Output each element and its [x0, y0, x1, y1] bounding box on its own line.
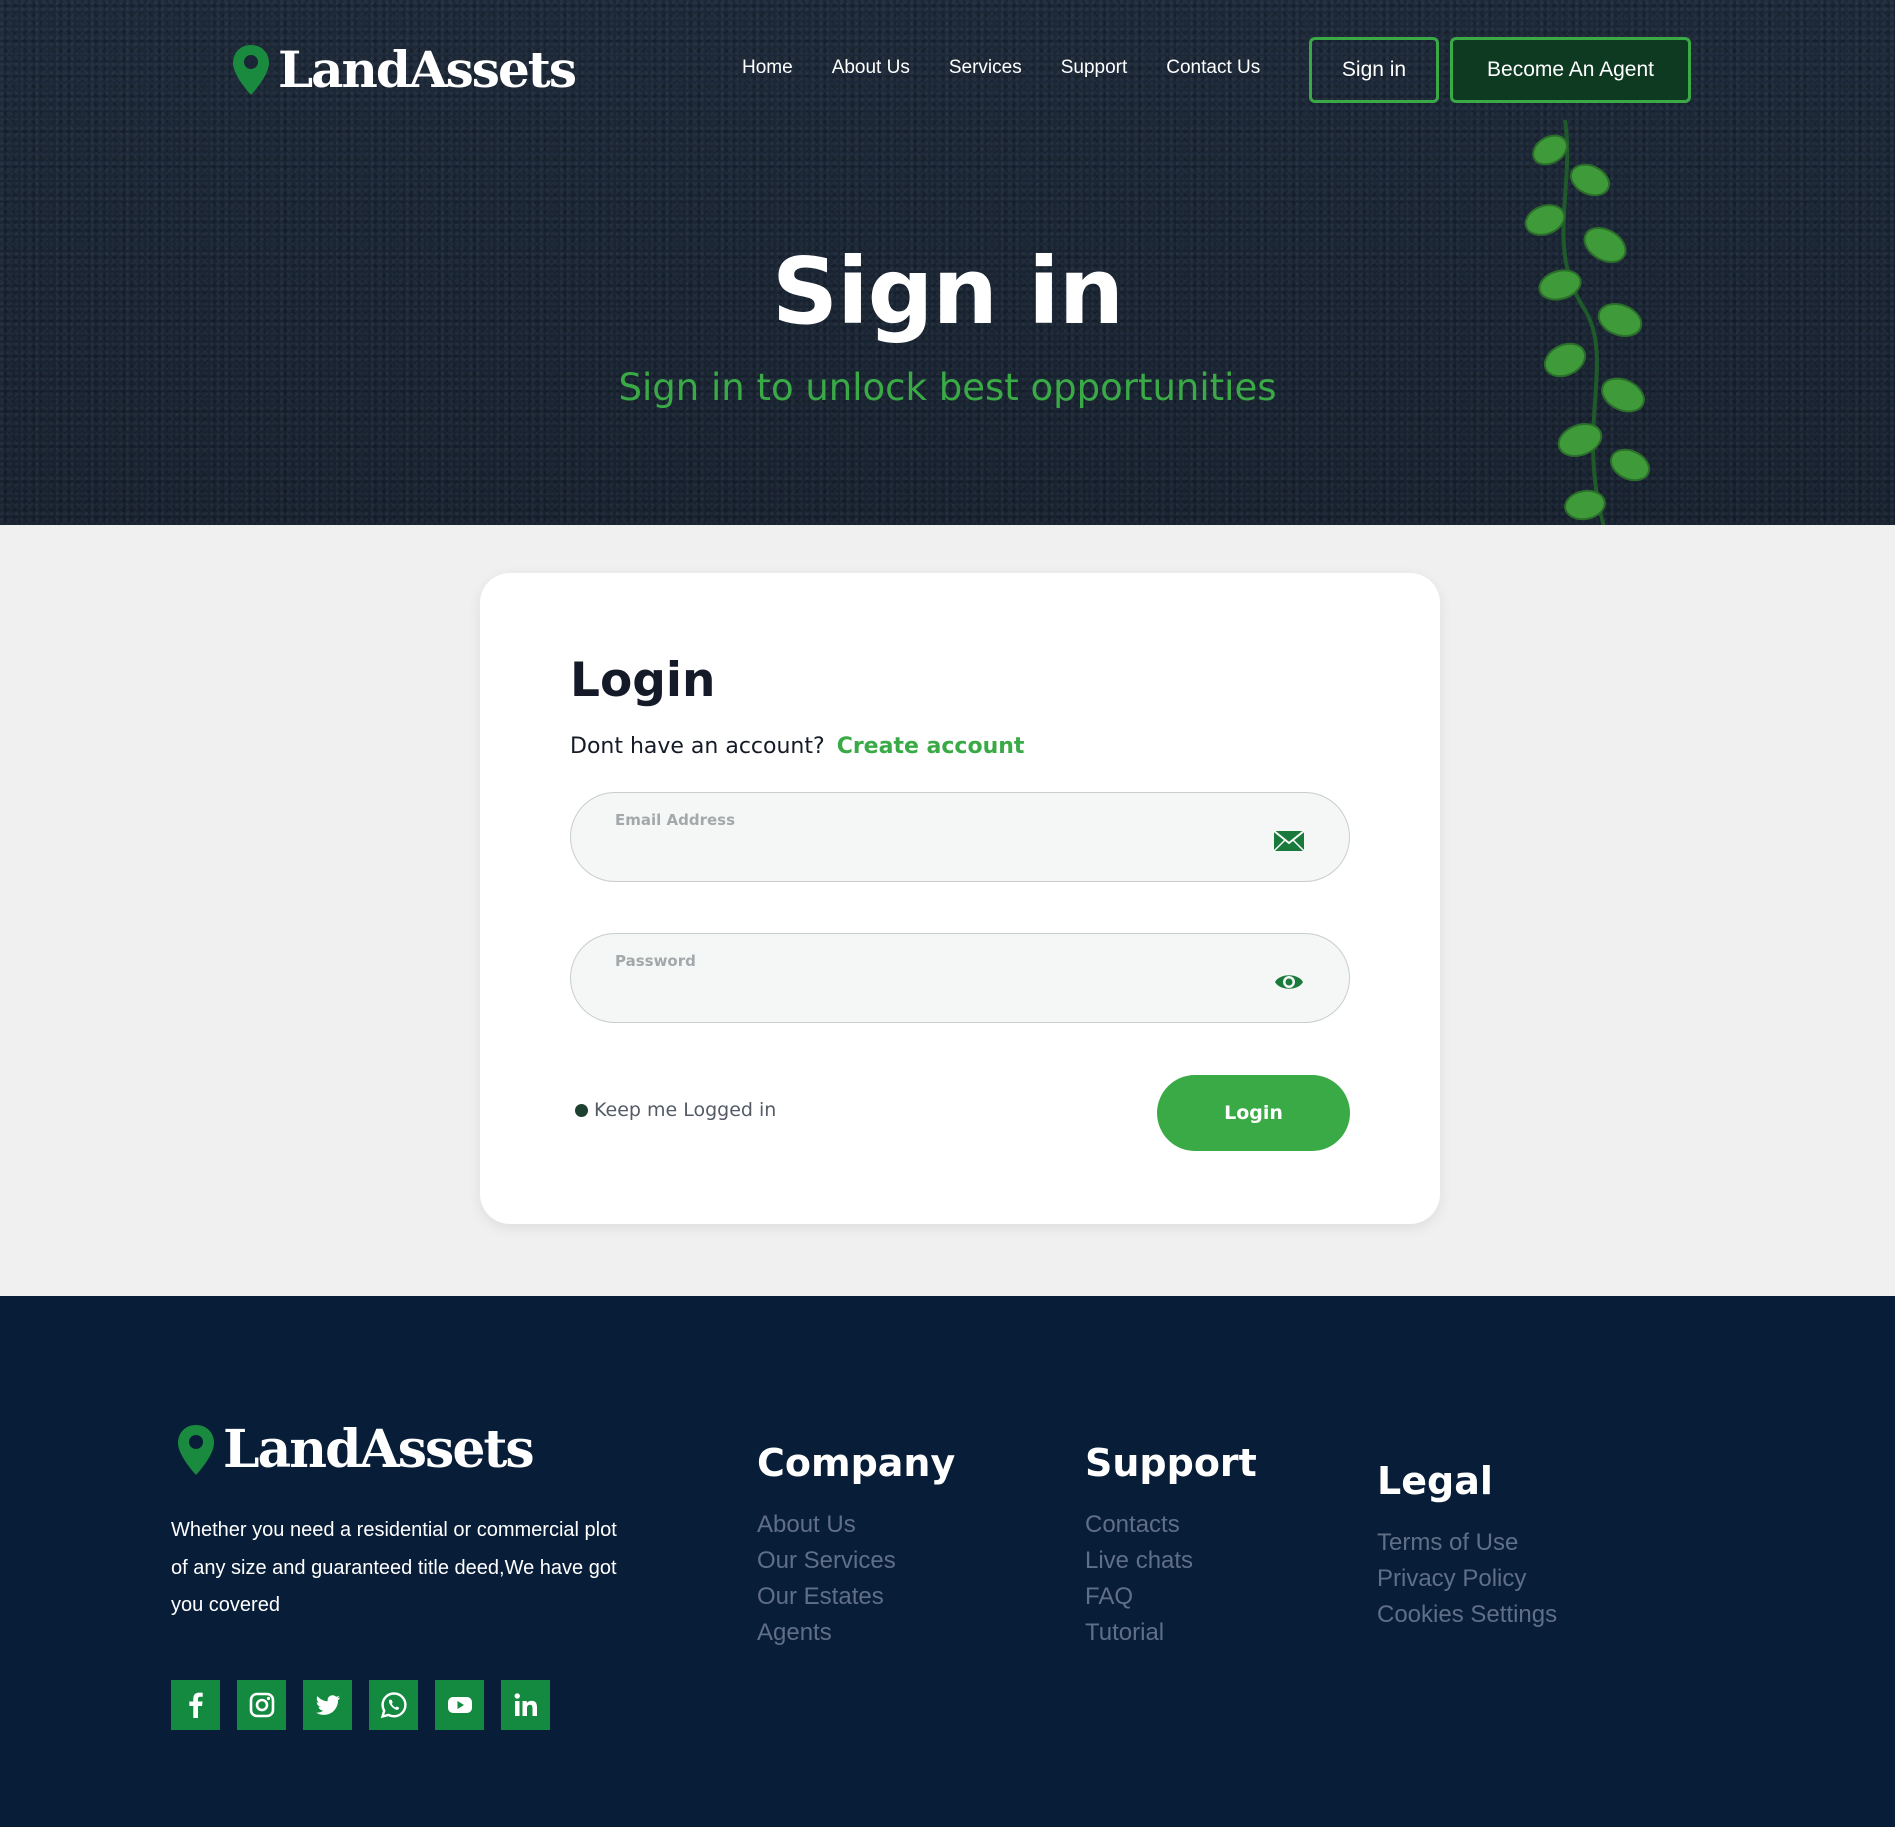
footer-heading-company: Company [757, 1441, 956, 1485]
login-button[interactable]: Login [1157, 1075, 1350, 1151]
footer-link-about-us[interactable]: About Us [757, 1507, 955, 1543]
login-title: Login [570, 653, 716, 708]
envelope-icon [1273, 830, 1305, 852]
account-prompt-text: Dont have an account? [570, 734, 825, 759]
footer-link-our-services[interactable]: Our Services [757, 1543, 955, 1579]
become-agent-button[interactable]: Become An Agent [1450, 37, 1691, 103]
keep-logged-in-toggle[interactable]: Keep me Logged in [575, 1099, 776, 1121]
footer-logo[interactable]: LandAssets [177, 1419, 535, 1480]
location-pin-icon [233, 45, 269, 95]
hero-banner: LandAssets Home About Us Services Suppor… [0, 0, 1895, 525]
footer-link-live-chats[interactable]: Live chats [1085, 1543, 1257, 1579]
eye-icon[interactable] [1273, 970, 1305, 994]
radio-dot-icon[interactable] [575, 1103, 588, 1117]
footer-description: Whether you need a residential or commer… [171, 1519, 617, 1616]
email-field[interactable]: Email Address [570, 792, 1350, 882]
nav-services[interactable]: Services [949, 57, 1022, 79]
footer-heading-support: Support [1085, 1441, 1257, 1485]
email-label: Email Address [615, 811, 736, 829]
whatsapp-icon[interactable] [369, 1680, 418, 1730]
facebook-icon[interactable] [171, 1680, 220, 1730]
footer-link-privacy[interactable]: Privacy Policy [1377, 1561, 1557, 1597]
logo-text: LandAssets [278, 40, 577, 99]
twitter-icon[interactable] [303, 1680, 352, 1730]
footer-heading-legal: Legal [1377, 1459, 1493, 1503]
create-account-link[interactable]: Create account [837, 734, 1025, 759]
footer-link-agents[interactable]: Agents [757, 1615, 955, 1651]
nav-support[interactable]: Support [1061, 57, 1128, 79]
password-label: Password [615, 952, 696, 970]
password-field[interactable]: Password [570, 933, 1350, 1023]
nav-about-us[interactable]: About Us [832, 57, 910, 79]
location-pin-icon [178, 1425, 214, 1475]
keep-logged-in-label: Keep me Logged in [594, 1099, 777, 1121]
footer-link-terms[interactable]: Terms of Use [1377, 1525, 1557, 1561]
footer-link-faq[interactable]: FAQ [1085, 1579, 1257, 1615]
nav-contact-us[interactable]: Contact Us [1166, 57, 1260, 79]
password-input[interactable] [615, 978, 1235, 1008]
main-nav: Home About Us Services Support Contact U… [742, 57, 1299, 79]
footer-column-support: Support Contacts Live chats FAQ Tutorial [1085, 1441, 1257, 1651]
footer-link-contacts[interactable]: Contacts [1085, 1507, 1257, 1543]
linkedin-icon[interactable] [501, 1680, 550, 1730]
email-input[interactable] [615, 837, 1235, 867]
sign-in-button[interactable]: Sign in [1309, 37, 1439, 103]
footer-link-tutorial[interactable]: Tutorial [1085, 1615, 1257, 1651]
youtube-icon[interactable] [435, 1680, 484, 1730]
header-logo[interactable]: LandAssets [232, 40, 577, 99]
instagram-icon[interactable] [237, 1680, 286, 1730]
nav-home[interactable]: Home [742, 57, 793, 79]
login-card: Login Dont have an account? Create accoun… [480, 573, 1440, 1224]
footer: LandAssets Whether you need a residentia… [0, 1296, 1895, 1827]
footer-link-our-estates[interactable]: Our Estates [757, 1579, 955, 1615]
footer-link-cookies[interactable]: Cookies Settings [1377, 1597, 1557, 1633]
footer-logo-text: LandAssets [223, 1419, 535, 1480]
account-prompt: Dont have an account? Create account [570, 734, 1024, 759]
page-subtitle: Sign in to unlock best opportunities [618, 366, 1277, 409]
footer-column-legal: Legal Terms of Use Privacy Policy Cookie… [1377, 1459, 1557, 1633]
page-title: Sign in [771, 238, 1124, 345]
footer-column-company: Company About Us Our Services Our Estate… [757, 1441, 955, 1651]
social-links [171, 1680, 550, 1730]
